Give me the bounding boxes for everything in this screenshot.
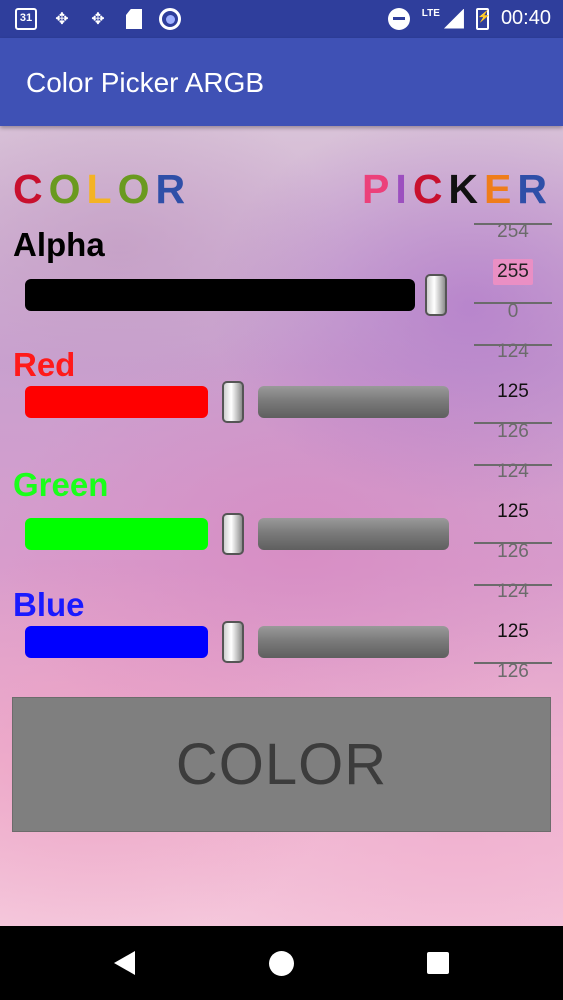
red-slider-thumb[interactable] (222, 381, 244, 423)
title-picker-letter: R (517, 166, 553, 212)
red-slider-fill[interactable] (25, 386, 208, 418)
title-picker-letter: E (484, 166, 518, 212)
title-color-letter: O (48, 166, 87, 212)
title-color-letter: R (155, 166, 192, 212)
title-picker-letter: C (412, 166, 449, 212)
green-picker-prev[interactable]: 124 (474, 452, 552, 492)
clock: 00:40 (500, 7, 551, 29)
pinwheel-icon: ✥ (55, 11, 69, 28)
red-picker-prev[interactable]: 124 (474, 332, 552, 372)
title-picker-letter: P (362, 166, 396, 212)
title-word-color: COLOR (13, 166, 191, 213)
signal-icon (443, 8, 464, 29)
sd-card-icon (122, 7, 146, 31)
alpha-picker-current[interactable]: 255 (493, 259, 533, 285)
red-label: Red (13, 346, 76, 383)
green-number-picker[interactable]: 124 125 126 (474, 452, 552, 572)
title-picker-letter: I (395, 166, 413, 212)
green-slider-fill[interactable] (25, 518, 208, 550)
calendar-icon: 31 (14, 7, 38, 31)
home-icon[interactable] (269, 951, 294, 976)
blue-slider-track[interactable] (258, 626, 449, 658)
green-slider-track[interactable] (258, 518, 449, 550)
alpha-label: Alpha (13, 226, 105, 263)
red-picker-current[interactable]: 125 (474, 372, 552, 412)
battery-charging-icon (475, 7, 491, 30)
status-bar: 31 ✥ ✥ LTE 00:40 (0, 0, 563, 38)
alpha-slider-fill[interactable] (25, 279, 415, 311)
blue-picker-next[interactable]: 126 (474, 652, 552, 692)
navigation-bar (0, 926, 563, 1000)
title-color-letter: L (86, 166, 118, 212)
blue-picker-prev[interactable]: 124 (474, 572, 552, 612)
back-icon[interactable] (114, 951, 135, 975)
app-bar: Color Picker ARGB (0, 38, 563, 126)
pinwheel-icon: ✥ (91, 11, 105, 28)
blue-slider-thumb[interactable] (222, 621, 244, 663)
green-picker-next[interactable]: 126 (474, 532, 552, 572)
calendar-day: 31 (15, 8, 37, 30)
title-word-picker: PICKER (362, 166, 553, 213)
blue-label: Blue (13, 586, 85, 623)
red-picker-next[interactable]: 126 (474, 412, 552, 452)
color-preview-button[interactable]: COLOR (12, 697, 551, 832)
title-color-letter: C (13, 166, 49, 212)
blue-slider-fill[interactable] (25, 626, 208, 658)
alpha-picker-next[interactable]: 0 (474, 292, 552, 332)
green-picker-current[interactable]: 125 (474, 492, 552, 532)
alpha-slider-thumb[interactable] (425, 274, 447, 316)
alpha-number-picker[interactable]: 254 255 0 (474, 212, 552, 332)
app-title: Color Picker ARGB (26, 67, 265, 98)
title-picker-letter: K (448, 166, 485, 212)
alpha-picker-prev[interactable]: 254 (474, 212, 552, 252)
red-number-picker[interactable]: 124 125 126 (474, 332, 552, 452)
red-slider-track[interactable] (258, 386, 449, 418)
blue-number-picker[interactable]: 124 125 126 (474, 572, 552, 692)
color-picker-title: COLOR PICKER (13, 166, 553, 216)
title-color-letter: O (117, 166, 156, 212)
main-content: COLOR PICKER Alpha 254 255 0 Red 124 125… (0, 126, 563, 926)
green-slider-thumb[interactable] (222, 513, 244, 555)
green-label: Green (13, 466, 109, 503)
recents-icon[interactable] (427, 952, 449, 974)
network-type: LTE (421, 8, 440, 19)
circle-app-icon (158, 7, 182, 31)
do-not-disturb-icon (387, 7, 410, 30)
blue-picker-current[interactable]: 125 (474, 612, 552, 652)
